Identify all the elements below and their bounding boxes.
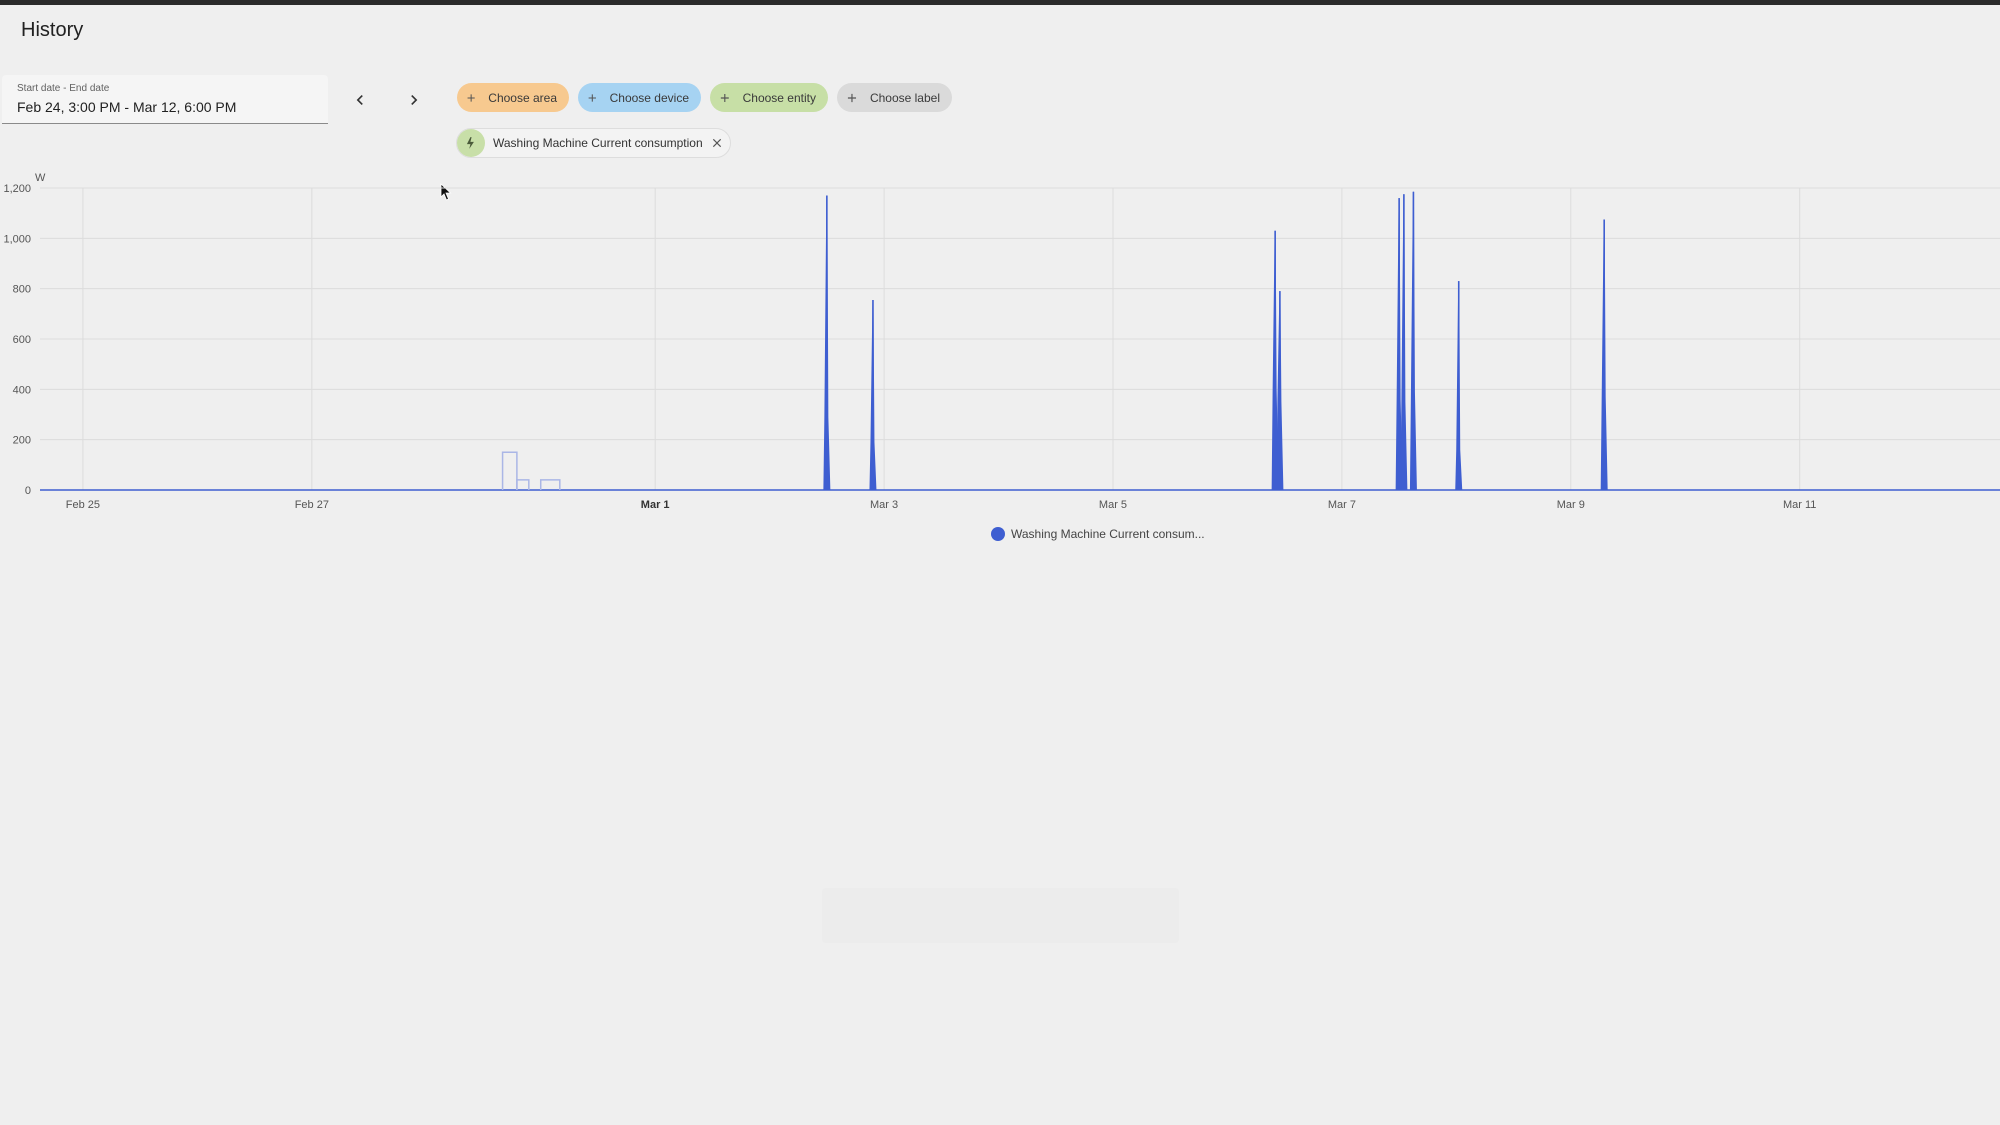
choose-label-chip[interactable]: Choose label [837,83,952,112]
y-tick-label: 600 [13,334,31,346]
date-range-picker[interactable]: Start date - End date Feb 24, 3:00 PM - … [2,75,328,124]
selected-entity-chip[interactable]: Washing Machine Current consumption [456,128,731,158]
plus-icon [720,93,729,102]
previous-range-button[interactable] [342,82,378,118]
y-axis-unit: W [35,172,46,184]
x-tick-label: Mar 11 [1783,499,1816,511]
y-tick-label: 400 [13,384,31,396]
choose-device-label: Choose device [609,90,689,105]
close-icon[interactable] [710,136,724,150]
y-tick-label: 0 [25,485,31,497]
chart-legend-item[interactable]: Washing Machine Current consum... [991,525,1205,543]
choose-entity-label: Choose entity [742,90,816,105]
y-tick-label: 200 [13,435,31,447]
plus-icon [467,93,475,102]
legend-label: Washing Machine Current consum... [1011,527,1205,541]
x-tick-label: Mar 9 [1557,499,1585,511]
date-range-label: Start date - End date [17,83,110,94]
top-bar [0,0,2000,5]
faint-step [539,479,561,490]
selected-entity-label: Washing Machine Current consumption [493,136,703,150]
history-chart[interactable]: 0 200 400 600 800 1,000 1,200 Feb 25 Feb 27 Mar … [0,170,2000,550]
chevron-left-icon [356,95,363,105]
page-title: History [21,19,84,41]
y-tick-label: 1,200 [3,183,31,195]
choose-area-chip[interactable]: Choose area [457,83,569,112]
x-tick-label: Mar 3 [870,499,898,511]
series-washing-machine [40,191,2000,491]
choose-label-label: Choose label [869,90,940,105]
choose-device-chip[interactable]: Choose device [578,83,701,112]
plus-icon [588,93,596,102]
x-tick-label: Feb 25 [66,499,100,511]
choose-area-label: Choose area [488,90,557,105]
date-range-value: Feb 24, 3:00 PM - Mar 12, 6:00 PM [17,99,237,115]
choose-entity-chip[interactable]: Choose entity [710,83,828,112]
y-tick-label: 800 [13,284,31,296]
x-axis: Feb 25 Feb 27 Mar 1 Mar 3 Mar 5 Mar 7 Mar 9 Mar… [66,499,1817,511]
y-tick-label: 1,000 [3,233,31,245]
y-axis: 0 200 400 600 800 1,000 1,200 [3,183,31,497]
chevron-right-icon [411,95,418,105]
faded-toast [822,888,1179,943]
x-tick-label: Feb 27 [295,499,329,511]
chart-grid [40,187,2000,491]
lightning-bolt-icon [457,129,485,157]
x-tick-label: Mar 7 [1328,499,1356,511]
x-tick-label: Mar 5 [1099,499,1127,511]
faint-step [501,451,518,490]
faint-step [516,479,530,490]
plus-icon [847,93,857,102]
x-tick-label: Mar 1 [641,499,670,511]
legend-color-dot [991,527,1005,541]
next-range-button[interactable] [396,82,432,118]
